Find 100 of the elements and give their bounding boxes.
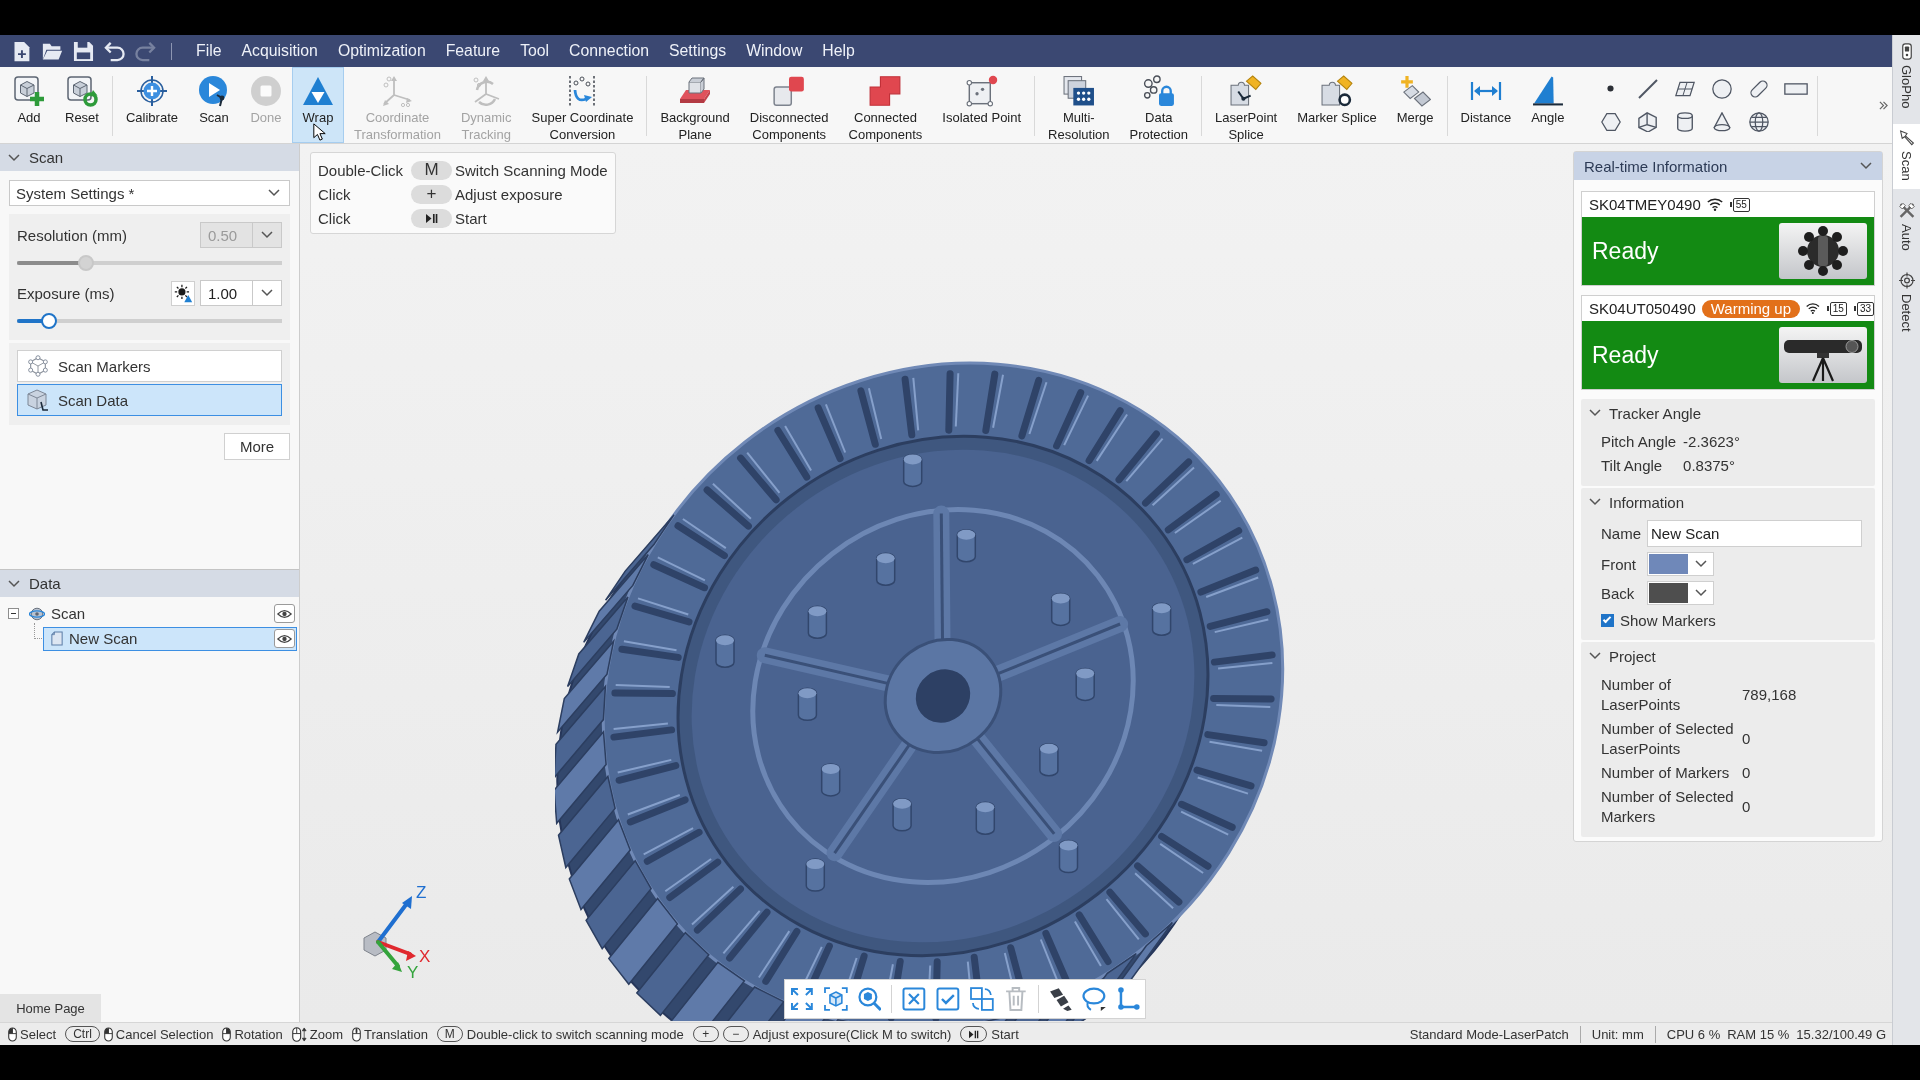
add-button[interactable]: Add [3,67,55,143]
section-header[interactable]: Scan [0,144,299,171]
hexagon-icon[interactable] [1600,111,1621,132]
wrap-button[interactable]: Wrap [292,67,344,143]
reset-button[interactable]: Reset [55,67,109,143]
box-cross-icon[interactable] [902,987,927,1011]
scan-mode-button[interactable]: Scan Markers [17,350,282,382]
fit-view-icon[interactable] [790,987,814,1011]
angle-button[interactable]: Angle [1521,67,1575,143]
side-tab[interactable]: GloPho [1893,38,1920,117]
double-chevron-icon[interactable] [1879,101,1888,110]
side-tab[interactable]: Detect [1893,266,1920,340]
menu-item[interactable]: Connection [559,37,660,65]
panel-header[interactable]: Real-time Information [1574,152,1882,180]
status-text: Standard Mode-LaserPatch [1409,1026,1569,1042]
marker-splice-button[interactable]: Marker Splice [1287,67,1387,143]
data-protection-button[interactable]: Data Protection [1119,67,1199,143]
super-coordinate-conversion-button[interactable]: Super Coordinate Conversion [521,67,644,143]
lasso-icon[interactable] [1082,987,1107,1011]
multi-resolution-button[interactable]: Multi- Resolution [1038,67,1120,143]
cone-icon[interactable] [1711,111,1732,132]
wheel-fin [1164,491,1222,534]
status-text: 15.32/100.49 G [1796,1026,1886,1042]
wheel-fin [1178,800,1236,836]
visibility-toggle[interactable] [274,604,295,623]
device-serial: SK04UT050490 [1589,300,1696,317]
wheel-pin [875,552,896,586]
scan-mode-button[interactable]: Scan Data [17,384,282,416]
disconnected-components-button[interactable]: Disconnected Components [739,67,839,143]
wheel-pin [892,798,912,832]
circle-icon[interactable] [1711,78,1732,99]
rectangle-icon[interactable] [1783,82,1808,95]
point-icon[interactable] [1607,85,1615,92]
line-icon[interactable] [1637,78,1658,99]
side-tab[interactable]: Auto [1893,197,1920,259]
tree-item[interactable]: New Scan [43,626,297,651]
wheel-pin [797,687,818,722]
wheel-pin [1050,592,1071,627]
distance-button[interactable]: Distance [1450,67,1522,143]
exposure-combo[interactable]: 1.00 [200,280,282,306]
menu-item[interactable]: Help [812,37,865,65]
checkbox-label: Show Markers [1620,611,1716,629]
side-tab[interactable]: Scan [1893,124,1920,189]
field-value: 0 [1742,797,1752,817]
isolated-point-button[interactable]: Isolated Point [932,67,1032,143]
box-check-icon[interactable] [936,987,960,1011]
cube-view-icon[interactable] [823,987,848,1011]
field-label: Tilt Angle [1601,456,1664,476]
wheel-fin [1115,430,1164,484]
sphere-icon[interactable] [1748,111,1769,132]
save-icon[interactable] [73,40,94,62]
swap-squares-icon[interactable] [969,987,994,1011]
tree-item[interactable]: Scan [28,602,297,625]
mouse-icon [8,1026,17,1042]
menu-item[interactable]: File [186,37,232,65]
wheel-pin [1058,839,1079,874]
field-label: Pitch Angle [1601,432,1677,452]
name-field[interactable]: New Scan [1647,520,1862,547]
auto-exposure-button[interactable] [171,280,195,306]
calibrate-button[interactable]: Calibrate [115,67,188,143]
cylinder-icon[interactable] [1674,111,1695,132]
slider-thumb[interactable] [40,313,57,329]
visibility-toggle[interactable] [274,629,295,648]
checkbox[interactable] [1601,613,1614,627]
status-hint: Rotation [234,1026,283,1042]
corner-points-icon[interactable] [1116,987,1140,1011]
folded-planes-icon[interactable] [1637,111,1658,132]
point-frame-icon [965,75,998,107]
section-header[interactable]: Information [1581,488,1875,516]
preset-dropdown[interactable]: System Settings * [9,180,290,206]
crosshair-plus-icon [136,75,168,107]
collapse-toggle[interactable] [8,608,19,619]
brush-icon[interactable] [1048,987,1073,1011]
color-picker[interactable] [1647,552,1714,576]
menu-item[interactable]: Settings [659,37,737,65]
status-hint: Zoom [309,1026,344,1042]
zoom-icon[interactable] [857,987,882,1011]
undo-icon[interactable] [104,40,125,62]
section-header[interactable]: Project [1581,642,1875,670]
caret-icon [268,189,280,197]
menu-item[interactable]: Window [736,37,813,65]
status-hint: Select [20,1026,57,1042]
menu-item[interactable]: Feature [435,37,511,65]
menu-item[interactable]: Optimization [327,37,436,65]
wheel-pin [805,858,826,892]
page-tab[interactable]: Home Page [0,994,101,1022]
more-button[interactable]: More [224,433,290,460]
background-plane-button[interactable]: Background Plane [650,67,740,143]
menu-item[interactable]: Acquisition [231,37,328,65]
menu-item[interactable]: Tool [510,37,560,65]
connected-components-button[interactable]: Connected Components [838,67,933,143]
scan-button[interactable]: Scan [188,67,240,143]
laserpoint-splice-button[interactable]: LaserPoint Splice [1205,67,1288,143]
hint-action: Click [318,209,352,227]
color-picker[interactable] [1647,581,1714,605]
field-label: Back [1601,584,1635,602]
merge-button[interactable]: Merge [1386,67,1444,143]
section-header[interactable]: Tracker Angle [1581,399,1875,427]
section-header[interactable]: Data [0,570,299,597]
caret-icon [1695,589,1707,597]
